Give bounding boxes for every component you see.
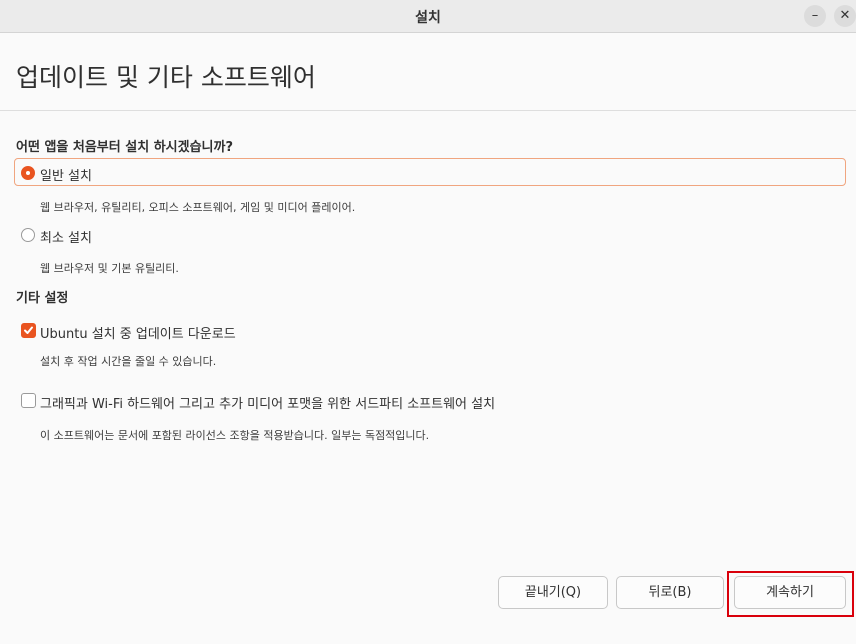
title-bar: 설치 – ✕ (0, 0, 856, 33)
third-party-label[interactable]: 그래픽과 Wi-Fi 하드웨어 그리고 추가 미디어 포맷을 위한 서드파티 소… (40, 393, 495, 412)
normal-install-label[interactable]: 일반 설치 (40, 165, 92, 184)
minimize-button[interactable]: – (804, 5, 826, 27)
download-updates-description: 설치 후 작업 시간을 줄일 수 있습니다. (40, 355, 217, 368)
quit-button[interactable]: 끝내기(Q) (498, 576, 608, 609)
normal-install-description: 웹 브라우저, 유틸리티, 오피스 소프트웨어, 게임 및 미디어 플레이어. (40, 201, 356, 214)
close-button[interactable]: ✕ (834, 5, 856, 27)
continue-button-highlight (727, 571, 854, 617)
download-updates-checkbox[interactable] (21, 323, 36, 338)
normal-install-option[interactable] (14, 158, 846, 186)
minimize-icon: – (811, 8, 819, 23)
third-party-checkbox[interactable] (21, 393, 36, 408)
download-updates-label[interactable]: Ubuntu 설치 중 업데이트 다운로드 (40, 323, 236, 342)
close-icon: ✕ (839, 8, 851, 23)
minimal-install-radio[interactable] (21, 228, 35, 242)
other-options-heading: 기타 설정 (16, 291, 69, 306)
install-type-question: 어떤 앱을 처음부터 설치 하시겠습니까? (16, 140, 234, 155)
back-button[interactable]: 뒤로(B) (616, 576, 724, 609)
minimal-install-description: 웹 브라우저 및 기본 유틸리티. (40, 262, 179, 275)
minimal-install-label[interactable]: 최소 설치 (40, 227, 92, 246)
page-title: 업데이트 및 기타 소프트웨어 (16, 63, 316, 92)
header-divider (0, 110, 856, 111)
checkmark-icon (24, 326, 33, 334)
window-title: 설치 (415, 10, 441, 26)
normal-install-radio[interactable] (21, 166, 35, 180)
third-party-description: 이 소프트웨어는 문서에 포함된 라이선스 조항을 적용받습니다. 일부는 독점… (40, 429, 430, 442)
